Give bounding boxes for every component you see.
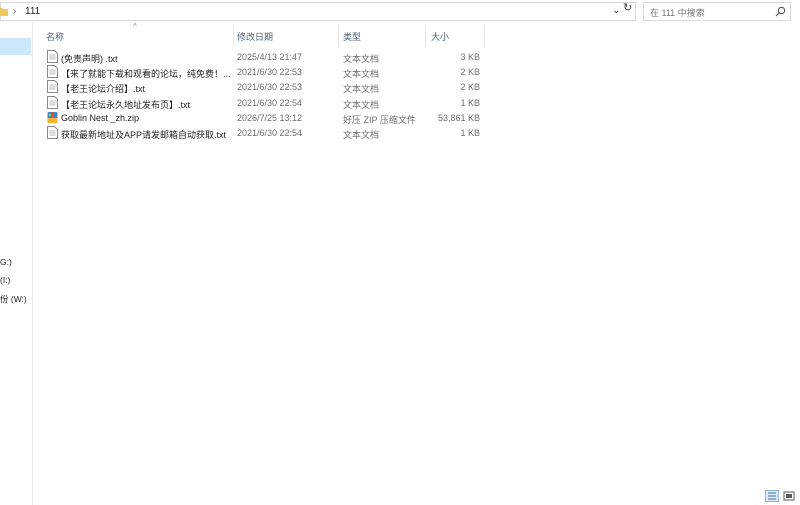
- text-file-icon: [47, 96, 58, 109]
- column-divider[interactable]: [484, 25, 485, 47]
- file-row[interactable]: 【来了就能下载和观看的论坛，纯免费！... 2021/6/30 22:53 文本…: [44, 65, 484, 80]
- file-row[interactable]: 获取最新地址及APP请发邮箱自动获取.txt 2021/6/30 22:54 文…: [44, 126, 484, 141]
- file-name[interactable]: (免责声明) .txt: [61, 52, 118, 65]
- nav-item-drive-i[interactable]: (I:): [0, 275, 10, 285]
- column-divider[interactable]: [233, 25, 234, 47]
- file-date: 2026/7/25 13:12: [237, 113, 303, 123]
- search-input[interactable]: 在 111 中搜索: [643, 2, 791, 21]
- search-placeholder: 在 111 中搜索: [650, 8, 705, 18]
- nav-item-drive-w[interactable]: 份 (W:): [0, 293, 27, 305]
- file-type: 好压 ZIP 压缩文件: [343, 115, 416, 125]
- file-date: 2021/6/30 22:53: [237, 67, 303, 77]
- details-view-icon: [768, 492, 776, 500]
- column-header-name[interactable]: 名称: [46, 30, 64, 43]
- text-file-icon: [47, 65, 58, 78]
- file-type: 文本文档: [343, 69, 380, 79]
- file-row[interactable]: (免责声明) .txt 2025/4/13 21:47 文本文档 3 KB: [44, 50, 484, 65]
- refresh-icon[interactable]: ↻: [623, 1, 632, 14]
- file-date: 2021/6/30 22:53: [237, 82, 303, 92]
- file-name[interactable]: 【老王论坛永久地址发布页】.txt: [61, 98, 190, 111]
- file-name[interactable]: 获取最新地址及APP请发邮箱自动获取.txt: [61, 128, 226, 141]
- column-header-type[interactable]: 类型: [343, 30, 361, 43]
- breadcrumb-chevron-icon[interactable]: ›: [13, 6, 16, 17]
- column-divider[interactable]: [425, 25, 426, 47]
- breadcrumb-folder[interactable]: 111: [25, 6, 40, 17]
- large-icons-view-icon[interactable]: [783, 491, 795, 501]
- file-type: 文本文档: [343, 130, 380, 140]
- file-type: 文本文档: [343, 84, 380, 94]
- file-size: 1 KB: [460, 128, 480, 138]
- folder-icon: [0, 8, 8, 16]
- file-type: 文本文档: [343, 54, 380, 64]
- nav-item-drive-g[interactable]: G:): [0, 257, 12, 267]
- file-size: 2 KB: [460, 67, 480, 77]
- file-row[interactable]: 【老王论坛介绍】.txt 2021/6/30 22:53 文本文档 2 KB: [44, 80, 484, 95]
- chevron-down-icon[interactable]: ⌄: [612, 5, 620, 16]
- file-row[interactable]: Goblin Nest _zh.zip 2026/7/25 13:12 好压 Z…: [44, 111, 484, 126]
- address-bar[interactable]: › 111 ⌄: [0, 2, 636, 21]
- file-date: 2021/6/30 22:54: [237, 128, 303, 138]
- details-view-button[interactable]: [765, 490, 779, 502]
- file-size: 1 KB: [460, 98, 480, 108]
- file-size: 53,861 KB: [437, 113, 480, 123]
- nav-selected-item[interactable]: [0, 38, 31, 55]
- file-date: 2021/6/30 22:54: [237, 98, 303, 108]
- text-file-icon: [47, 126, 58, 139]
- file-name[interactable]: 【来了就能下载和观看的论坛，纯免费！...: [61, 67, 231, 80]
- file-type: 文本文档: [343, 100, 380, 110]
- file-name[interactable]: Goblin Nest _zh.zip: [61, 113, 139, 123]
- zip-archive-icon: [47, 112, 58, 123]
- text-file-icon: [47, 50, 58, 63]
- column-header-date[interactable]: 修改日期: [237, 30, 273, 43]
- file-name[interactable]: 【老王论坛介绍】.txt: [61, 82, 145, 95]
- file-row[interactable]: 【老王论坛永久地址发布页】.txt 2021/6/30 22:54 文本文档 1…: [44, 96, 484, 111]
- column-header-size[interactable]: 大小: [431, 30, 449, 43]
- navigation-pane[interactable]: G:) (I:) 份 (W:): [0, 22, 33, 505]
- file-date: 2025/4/13 21:47: [237, 52, 303, 62]
- sort-ascending-icon: ^: [133, 22, 137, 31]
- file-size: 3 KB: [460, 52, 480, 62]
- column-divider[interactable]: [338, 25, 339, 47]
- text-file-icon: [47, 80, 58, 93]
- search-icon[interactable]: [775, 6, 786, 17]
- file-size: 2 KB: [460, 82, 480, 92]
